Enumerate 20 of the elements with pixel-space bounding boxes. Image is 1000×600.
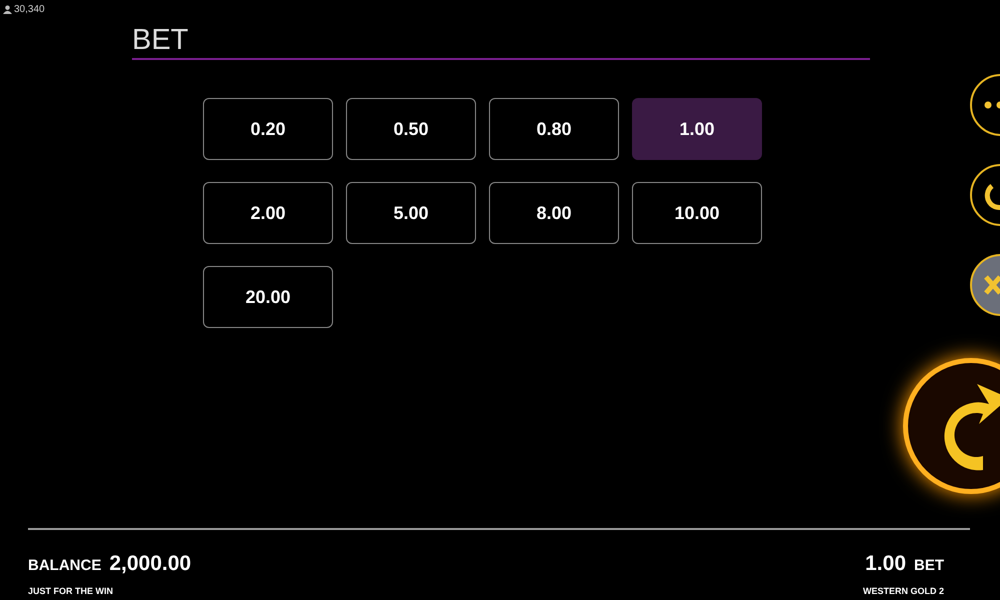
bet-option[interactable]: 5.00 [346,182,476,244]
close-icon [984,275,1000,295]
bet-option[interactable]: 1.00 [632,98,762,160]
bet-option[interactable]: 2.00 [203,182,333,244]
bet-value: 1.00 [865,551,906,577]
bet-option[interactable]: 0.50 [346,98,476,160]
user-icon [3,4,12,14]
balance-label: BALANCE [28,556,102,576]
game-tagline: JUST FOR THE WIN [28,584,113,598]
bet-option[interactable]: 8.00 [489,182,619,244]
bet-option[interactable]: 10.00 [632,182,762,244]
spin-button[interactable] [903,358,1000,494]
bet-option[interactable]: 0.80 [489,98,619,160]
bet-label: BET [914,556,944,576]
game-name: WESTERN GOLD 2 [862,584,944,598]
player-count: 30,340 [14,2,45,16]
bet-title: BET [132,24,188,56]
bet-option[interactable]: 0.20 [203,98,333,160]
bet-option[interactable]: 20.00 [203,266,333,328]
balance-value: 2,000.00 [109,551,192,577]
